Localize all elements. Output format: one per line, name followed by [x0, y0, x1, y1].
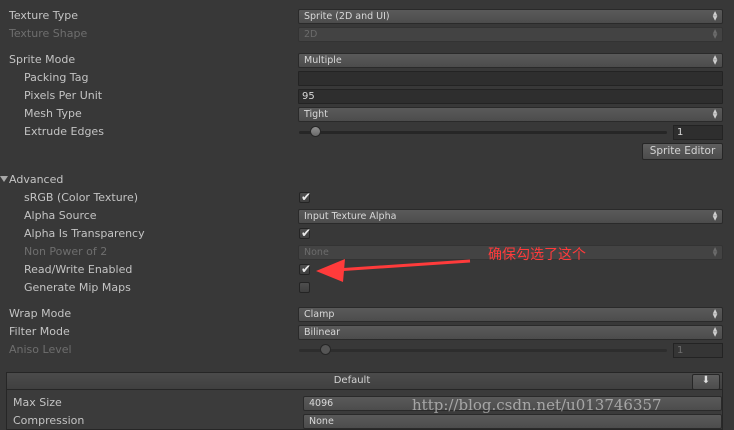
annotation-arrow-icon [316, 259, 471, 282]
watermark: http://blog.csdn.net/u013746357 [412, 396, 662, 414]
annotation-text: 确保勾选了这个 [488, 247, 586, 263]
